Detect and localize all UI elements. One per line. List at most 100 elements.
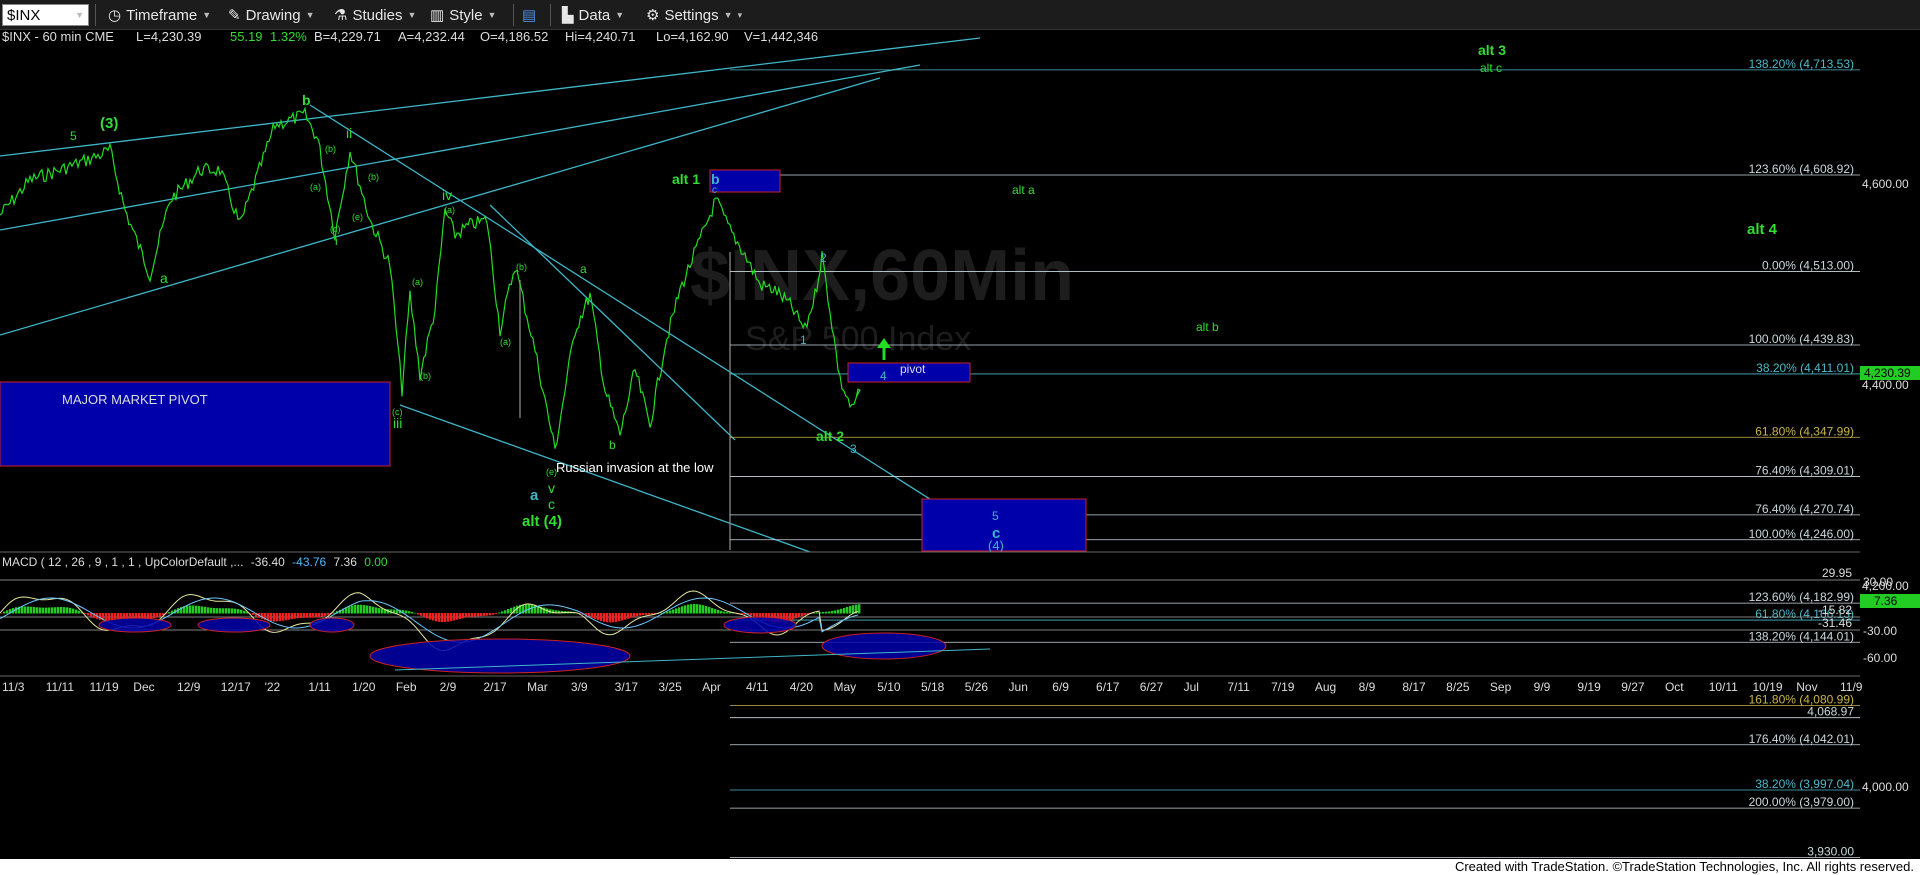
wave-label-altc: alt c	[1480, 61, 1502, 75]
chevron-down-icon: ▾	[737, 9, 743, 20]
date-axis-label: 8/17	[1402, 680, 1426, 694]
wave-sublabel: (e)	[352, 212, 363, 222]
header-high: Hi=4,240.71	[565, 30, 635, 44]
studies-button[interactable]: ⚗ Studies ▼	[334, 4, 416, 26]
date-axis-label: Jun	[1009, 680, 1028, 694]
fib-label: 138.20% (4,713.53)	[1749, 57, 1854, 71]
fib-label: 38.20% (4,411.01)	[1756, 361, 1854, 375]
wave-label: i	[335, 234, 338, 248]
date-axis-label: Apr	[702, 680, 721, 694]
wave-label: a	[530, 487, 539, 504]
wave-label: (3)	[100, 115, 118, 132]
date-axis-label: 3/25	[658, 680, 682, 694]
symbol-input[interactable]: $INX ▼	[2, 4, 89, 26]
date-axis-label: Sep	[1490, 680, 1512, 694]
pivot-label: pivot	[900, 362, 926, 376]
wave-label-alt3: alt 3	[1478, 42, 1506, 58]
header-volume: V=1,442,346	[744, 30, 818, 44]
macd-ellipse	[723, 616, 797, 634]
macd-tag: -31.46	[1818, 616, 1852, 630]
data-button[interactable]: ▙ Data ▼	[562, 4, 624, 26]
wave-sublabel: (a)	[412, 277, 423, 287]
last-price-value: 4,230.39	[1864, 366, 1911, 380]
drawing-button[interactable]: ✎ Drawing ▼	[228, 4, 315, 26]
wave-label: c	[712, 185, 717, 196]
wave-label-alt2: alt 2	[816, 428, 844, 444]
date-axis-label: 6/17	[1096, 680, 1120, 694]
date-axis-label: 11/11	[46, 680, 75, 694]
wave-label-altb: alt b	[1196, 320, 1219, 334]
macd-value-3: 7.36	[334, 555, 358, 569]
major-pivot-label: MAJOR MARKET PIVOT	[62, 392, 208, 407]
chevron-down-icon: ▼	[723, 10, 733, 20]
style-label: Style	[449, 6, 483, 24]
watermark-description: S&P 500 Index	[745, 320, 971, 358]
separator	[95, 4, 96, 26]
wave-label: 2	[820, 251, 827, 265]
date-axis-label: 4/11	[746, 680, 769, 694]
date-axis-label: 2/17	[483, 680, 507, 694]
fib-label: 38.20% (3,997.04)	[1755, 777, 1854, 791]
date-axis-label: 1/20	[352, 680, 376, 694]
wave-label: v	[548, 480, 555, 496]
macd-value-tag-text: 7.36	[1874, 594, 1898, 608]
chart-icon: ▙	[562, 7, 574, 24]
wave-sublabel: (b)	[325, 144, 336, 154]
price-chart[interactable]: $INX,60Min S&P 500 Index $INX - 60 min C…	[0, 30, 1920, 859]
wave-label: b	[302, 92, 311, 108]
date-axis-label: 2/9	[440, 680, 457, 694]
date-axis-label: 3/17	[615, 680, 639, 694]
macd-value-1: -36.40	[251, 555, 285, 569]
target-box	[921, 498, 1087, 552]
date-axis-label: 3/9	[571, 680, 588, 694]
header-change-pct: 1.32%	[270, 30, 307, 44]
header-open: O=4,186.52	[480, 30, 548, 44]
date-axis-label: 4/20	[790, 680, 814, 694]
header-low: Lo=4,162.90	[656, 30, 729, 44]
date-axis-label: Oct	[1665, 680, 1684, 694]
wave-label: 1	[800, 333, 807, 347]
footer-credit: Created with TradeStation. ©TradeStation…	[0, 859, 1920, 875]
wave-sublabel: (a)	[500, 337, 511, 347]
timeframe-label: Timeframe	[126, 6, 198, 24]
date-axis-label: Feb	[396, 680, 417, 694]
macd-value-4: 0.00	[364, 555, 388, 569]
header-last: L=4,230.39	[136, 30, 201, 44]
studies-label: Studies	[352, 6, 403, 24]
timeframe-button[interactable]: ◷ Timeframe ▼	[108, 4, 211, 26]
style-button[interactable]: ▥ Style ▼	[430, 4, 496, 26]
wave-label: 4	[880, 369, 887, 383]
layout-button[interactable]: ▤	[522, 4, 536, 26]
date-axis-label: 10/19	[1752, 680, 1782, 694]
date-axis-label: Jul	[1184, 680, 1199, 694]
fib-label: 100.00% (4,439.83)	[1749, 332, 1854, 346]
wave-label-alt1: alt 1	[672, 171, 700, 187]
price-axis-label: 4,000.00	[1862, 780, 1909, 794]
date-axis-label: 12/9	[177, 680, 201, 694]
fib-label: 61.80% (4,347.99)	[1755, 424, 1854, 438]
wave-label: c	[548, 496, 555, 512]
fib-label: 4,068.97	[1807, 705, 1854, 719]
chevron-down-icon: ▼	[407, 10, 417, 20]
chevron-down-icon: ▼	[487, 10, 497, 20]
data-label: Data	[578, 6, 611, 24]
chevron-down-icon: ▼	[202, 10, 212, 20]
header-symbol: $INX - 60 min CME	[2, 30, 114, 44]
date-axis-label: 11/9	[1840, 680, 1863, 694]
wave-sublabel: (c)	[392, 407, 403, 417]
chevron-down-icon: ▼	[75, 10, 84, 20]
settings-button[interactable]: ⚙ Settings ▼ ▾	[646, 4, 742, 26]
wave-sublabel: (a)	[310, 182, 321, 192]
date-axis-label: 11/3	[2, 680, 25, 694]
date-axis-label: '22	[265, 680, 281, 694]
fib-label: 138.20% (4,144.01)	[1749, 629, 1854, 643]
watermark-symbol: $INX,60Min	[690, 236, 1074, 316]
flask-icon: ⚗	[334, 7, 348, 24]
wave-sublabel: (b)	[420, 371, 431, 381]
separator	[513, 4, 514, 26]
wave-label: 5	[992, 509, 999, 523]
wave-label: 3	[850, 442, 857, 456]
alt1-box	[709, 169, 781, 193]
date-axis-label: 7/19	[1271, 680, 1295, 694]
macd-ellipse	[309, 617, 355, 633]
